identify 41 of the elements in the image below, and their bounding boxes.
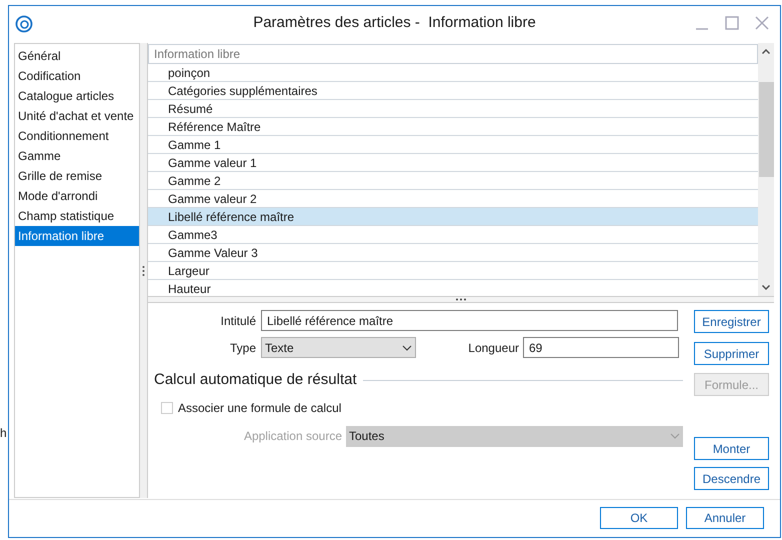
splitter-handle[interactable] — [140, 43, 147, 498]
scroll-down-icon[interactable] — [762, 285, 770, 290]
nav-item[interactable]: Catalogue articles — [15, 86, 139, 106]
app-logo-icon — [15, 15, 33, 33]
nav-item[interactable]: Conditionnement — [15, 126, 139, 146]
nav-item[interactable]: Gamme — [15, 146, 139, 166]
nav-item[interactable]: Champ statistique — [15, 206, 139, 226]
dialog-button[interactable]: OK — [600, 507, 678, 529]
scroll-up-icon[interactable] — [762, 49, 770, 54]
chevron-down-icon — [670, 433, 680, 439]
checkbox[interactable] — [161, 402, 173, 414]
side-button[interactable]: Supprimer — [694, 342, 769, 365]
side-button[interactable]: Descendre — [694, 467, 769, 490]
type-dropdown[interactable]: Texte — [261, 337, 416, 358]
grid-header: Information libre — [148, 44, 758, 64]
nav-item[interactable]: Unité d'achat et vente — [15, 106, 139, 126]
section-title: Calcul automatique de résultat — [154, 370, 358, 390]
scrollbar[interactable] — [758, 43, 774, 296]
close-icon — [755, 16, 769, 30]
side-button[interactable]: Monter — [694, 437, 769, 460]
longueur-field[interactable]: 69 — [523, 337, 679, 358]
checkbox-label: Associer une formule de calcul — [178, 400, 342, 416]
field-label: Application source — [242, 428, 343, 445]
chevron-down-icon — [402, 344, 412, 350]
side-button[interactable]: Enregistrer — [694, 310, 769, 333]
field-label: Intitulé — [220, 312, 257, 330]
maximize-icon — [725, 16, 739, 30]
nav-item[interactable]: Codification — [15, 66, 139, 86]
nav-item[interactable]: Grille de remise — [15, 166, 139, 186]
window-title: Paramètres des articles - Information libre — [253, 14, 536, 32]
intitule-field[interactable]: Libellé référence maître — [261, 310, 678, 331]
field-label: Type — [228, 340, 257, 356]
field-label: Longueur — [467, 340, 520, 356]
nav-item[interactable]: Information libre — [15, 226, 139, 246]
grid-row[interactable]: Libellé référence maître — [148, 208, 758, 226]
dialog-button[interactable]: Annuler — [686, 507, 764, 529]
minimize-icon — [695, 28, 709, 30]
nav-item[interactable]: Mode d'arrondi — [15, 186, 139, 206]
nav-item[interactable]: Général — [15, 46, 139, 66]
scrollbar-thumb[interactable] — [758, 82, 774, 177]
background-text: h — [0, 425, 7, 442]
